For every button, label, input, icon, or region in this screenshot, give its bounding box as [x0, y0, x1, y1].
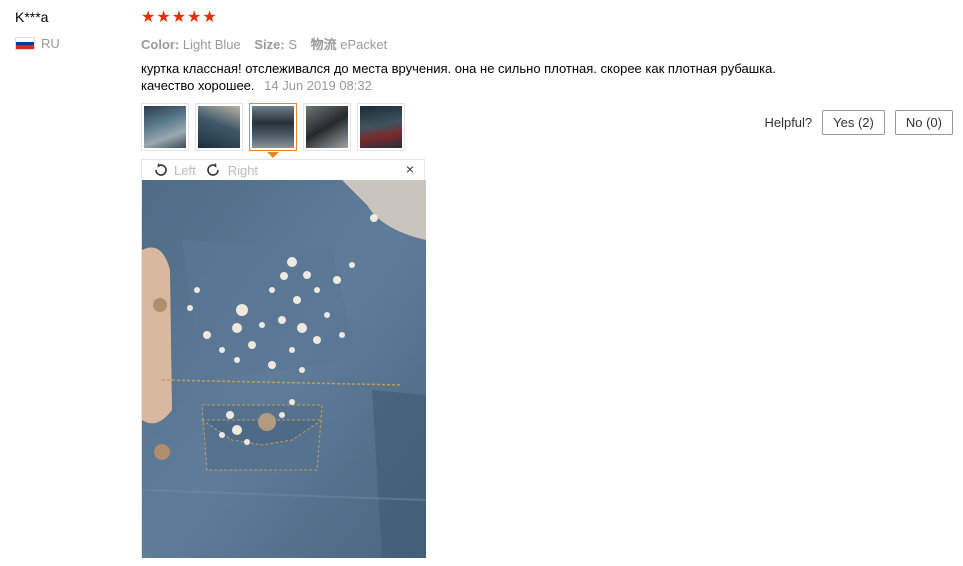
review-photo-thumbnail[interactable]: [357, 103, 405, 151]
rotate-left-icon: [155, 163, 167, 176]
star-icon: ★: [156, 9, 171, 26]
review-photo-thumbnail-active[interactable]: [249, 103, 297, 151]
helpful-yes-button[interactable]: Yes (2): [822, 110, 885, 135]
attr-color-value: Light Blue: [182, 37, 241, 52]
attr-size-value: S: [288, 37, 297, 52]
review-text-line: качество хорошее.: [141, 78, 255, 93]
attr-color-label: Color:: [141, 37, 180, 52]
rotate-left-button[interactable]: Left: [152, 163, 196, 178]
star-icon: ★: [187, 9, 202, 26]
attr-size-label: Size:: [254, 37, 285, 52]
star-rating: ★ ★ ★ ★ ★: [141, 9, 217, 27]
rotate-right-button[interactable]: Right: [206, 163, 258, 178]
rotate-left-label: Left: [174, 162, 196, 178]
reviewer-name: K***a: [15, 9, 49, 25]
reviewer-country: RU: [15, 36, 60, 51]
denim-jacket-photo: [142, 180, 426, 558]
attr-shipping-label: 物流: [310, 37, 337, 52]
star-icon: ★: [171, 9, 187, 26]
review-date: 14 Jun 2019 08:32: [264, 78, 372, 93]
helpful-vote: Helpful? Yes (2) No (0): [764, 110, 953, 135]
review-text-line: куртка классная! отслеживался до места в…: [141, 61, 776, 76]
helpful-no-button[interactable]: No (0): [894, 110, 953, 135]
active-thumbnail-pointer: [267, 152, 279, 158]
viewer-toolbar: Left Right ×: [142, 160, 424, 180]
attr-shipping-value: ePacket: [340, 37, 388, 52]
review-photo-thumbnail[interactable]: [141, 103, 189, 151]
rotate-right-label: Right: [227, 162, 259, 178]
rotate-right-icon: [206, 163, 219, 176]
review-photo-large: [142, 180, 426, 558]
country-code: RU: [41, 36, 60, 51]
star-icon: ★: [141, 9, 156, 26]
review-photo-thumbnails: [141, 103, 405, 151]
close-icon[interactable]: ×: [406, 161, 414, 177]
star-icon: ★: [202, 9, 217, 26]
review-photo-thumbnail[interactable]: [195, 103, 243, 151]
helpful-label: Helpful?: [764, 115, 813, 130]
russia-flag-icon: [15, 37, 35, 50]
order-attributes: Color: Light Blue Size: S 物流 ePacket: [141, 34, 397, 53]
photo-viewer: Left Right ×: [141, 159, 426, 558]
review-photo-thumbnail[interactable]: [303, 103, 351, 151]
review-body: куртка классная! отслеживался до места в…: [141, 60, 841, 94]
